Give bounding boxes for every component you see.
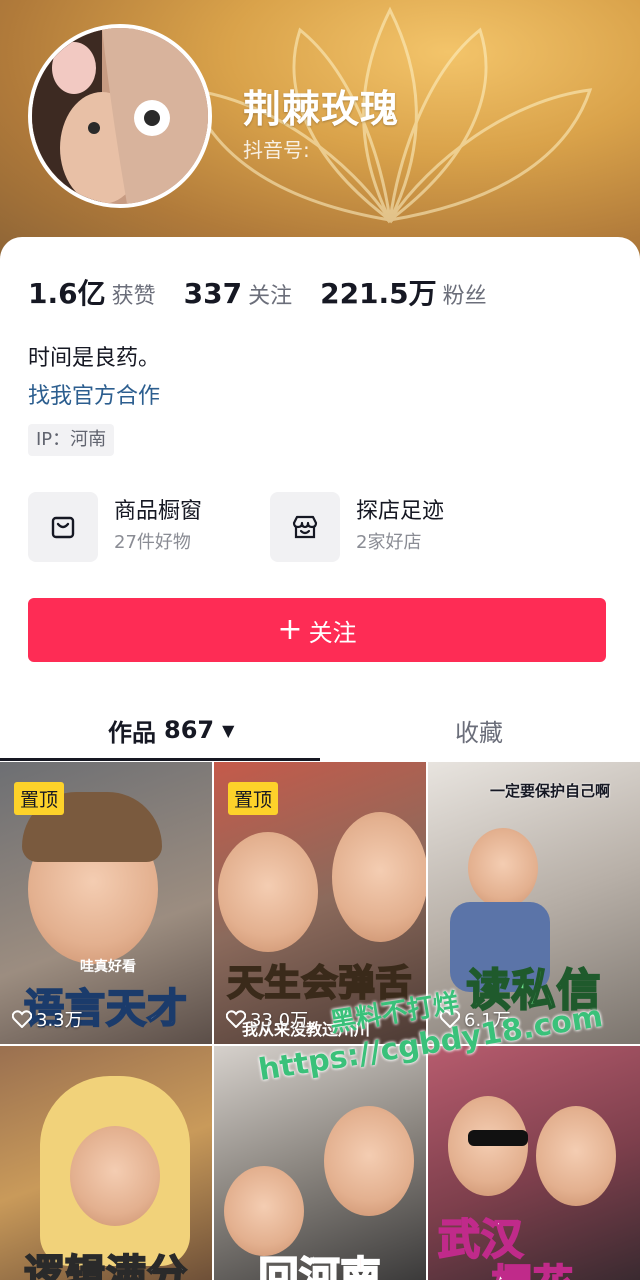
feature-subtitle: 2家好店 <box>356 532 422 553</box>
avatar[interactable] <box>28 24 212 208</box>
likes-count: 3.3万 <box>12 1006 83 1032</box>
pinned-badge: 置顶 <box>14 782 65 815</box>
feature-title: 探店足迹 <box>356 499 445 524</box>
ip-location-tag: IP：河南 <box>28 424 115 456</box>
video-caption: 回河南 <box>258 1253 382 1280</box>
stat-label: 关注 <box>248 284 293 309</box>
follow-button[interactable]: + 关注 <box>28 598 606 662</box>
sunglasses <box>468 1130 528 1146</box>
child-face <box>468 828 538 908</box>
shopping-bag-icon <box>28 492 98 562</box>
stat-label: 粉丝 <box>442 284 487 309</box>
woman-face <box>332 812 426 942</box>
feature-store-visits[interactable]: 探店足迹 2家好店 <box>270 492 444 562</box>
avatar-image <box>32 28 208 204</box>
video-caption: 逻辑满分 <box>23 1251 188 1280</box>
stat-likes[interactable]: 1.6亿 获赞 <box>28 272 156 312</box>
stat-following[interactable]: 337 关注 <box>184 277 292 310</box>
video-thumbnail[interactable]: 逻辑满分 <box>0 1046 212 1280</box>
stat-value: 221.5万 <box>320 277 437 310</box>
cooperation-link[interactable]: 找我官方合作 <box>28 378 160 410</box>
stat-followers[interactable]: 221.5万 粉丝 <box>320 272 487 312</box>
stat-value: 1.6亿 <box>28 277 106 310</box>
woman-face <box>536 1106 616 1206</box>
child-face <box>70 1126 160 1226</box>
man-face <box>448 1096 528 1196</box>
tab-works-count: 867 <box>164 716 215 744</box>
man-face <box>324 1106 414 1216</box>
stat-value: 337 <box>183 277 243 310</box>
bio-text: 时间是良药。 <box>28 346 161 371</box>
tab-works[interactable]: 作品 867 ▼ <box>108 700 234 760</box>
shop-icon <box>270 492 340 562</box>
video-top-caption: 哇真好看 <box>80 959 136 975</box>
likes-value: 3.3万 <box>36 1010 83 1031</box>
nickname: 荆棘玫瑰 <box>243 87 400 131</box>
follow-button-label: 关注 <box>308 618 357 647</box>
caret-down-icon: ▼ <box>222 720 235 740</box>
active-tab-indicator <box>0 758 320 761</box>
tab-favorites-label: 收藏 <box>455 718 503 747</box>
tab-favorites[interactable]: 收藏 <box>455 700 503 760</box>
video-top-caption: 一定要保护自己啊 <box>490 782 611 800</box>
plus-icon: + <box>277 612 303 647</box>
feature-subtitle: 27件好物 <box>114 532 191 553</box>
profile-stats: 1.6亿 获赞 337 关注 221.5万 粉丝 <box>28 272 515 312</box>
heart-icon <box>12 1010 32 1028</box>
douyin-id[interactable]: 抖音号: <box>243 134 310 163</box>
video-caption-line2: 樱花 <box>428 1252 640 1280</box>
video-thumbnail[interactable]: 置顶 哇真好看 语言天才 3.3万 <box>0 762 212 1044</box>
feature-shop-window[interactable]: 商品橱窗 27件好物 <box>28 492 202 562</box>
stat-label: 获赞 <box>111 284 156 309</box>
child-face <box>218 832 318 952</box>
tab-works-label: 作品 <box>108 718 156 747</box>
pinned-badge: 置顶 <box>228 782 279 815</box>
feature-title: 商品橱窗 <box>114 499 203 524</box>
heart-icon <box>226 1010 246 1028</box>
child-face <box>224 1166 304 1256</box>
content-tabs: 作品 867 ▼ 收藏 <box>0 700 640 760</box>
